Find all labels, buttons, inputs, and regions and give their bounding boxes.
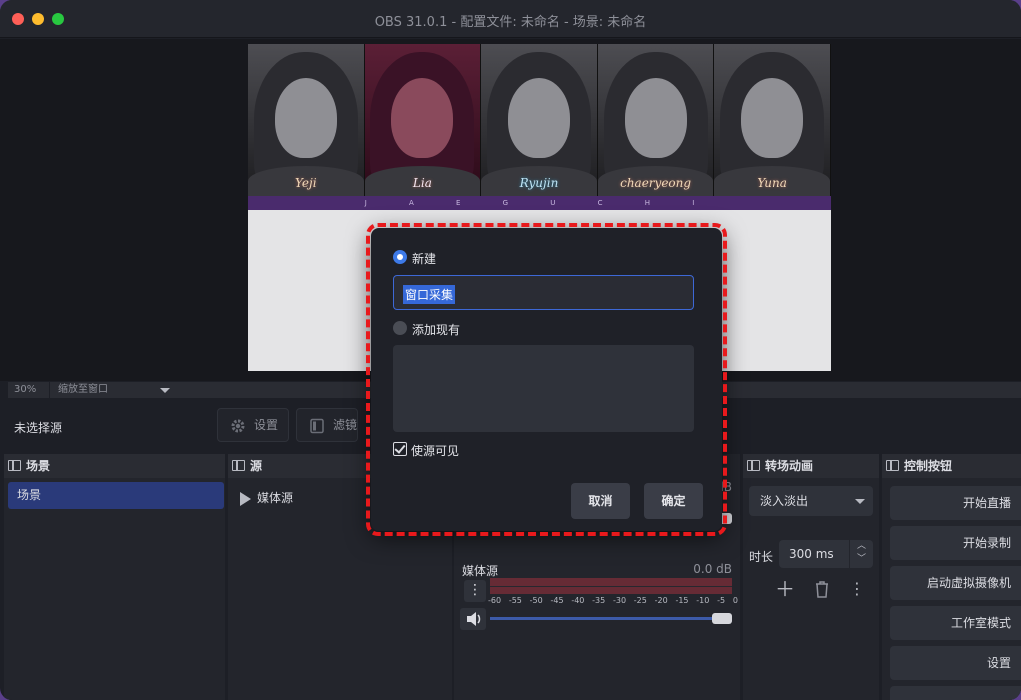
mixer-db-value: 0.0 dB [693, 562, 732, 576]
source-filters-label: 滤镜 [333, 418, 358, 432]
source-item-label: 媒体源 [257, 491, 294, 505]
volume-slider[interactable] [490, 617, 730, 620]
settings-button[interactable]: 设置 [890, 646, 1021, 680]
scale-tick: -15 [675, 596, 689, 605]
source-settings-label: 设置 [254, 418, 279, 432]
play-icon [240, 492, 251, 506]
scale-tick: -20 [654, 596, 668, 605]
dock-icon [886, 460, 899, 471]
scale-tick: -60 [488, 596, 502, 605]
controls-dock: 控制按钮 开始直播 开始录制 启动虚拟摄像机 工作室模式 设置 [882, 454, 1021, 700]
photo-strip: Yeji Lia Ryujin chaeryeong Yuna [248, 44, 831, 196]
dock-icon [232, 460, 245, 471]
volume-slider-handle[interactable] [712, 613, 732, 624]
cancel-button[interactable]: 取消 [571, 483, 630, 519]
scale-tick: -10 [696, 596, 710, 605]
window-title: OBS 31.0.1 - 配置文件: 未命名 - 场景: 未命名 [374, 15, 647, 30]
scenes-list: 场景 [4, 478, 225, 700]
controls-dock-title: 控制按钮 [904, 459, 953, 473]
dock-icon [8, 460, 21, 471]
scale-tick: -40 [571, 596, 585, 605]
chevron-down-icon [855, 499, 865, 504]
create-new-label[interactable]: 新建 [412, 250, 436, 267]
mixer-source-name: 媒体源 [462, 564, 499, 578]
volume-meter [490, 578, 732, 594]
transitions-dock-title: 转场动画 [765, 459, 814, 473]
make-visible-checkbox[interactable] [393, 442, 407, 456]
member-name: chaeryeong [620, 176, 692, 190]
member-photo-yuna: Yuna [714, 44, 831, 196]
start-virtual-camera-button[interactable]: 启动虚拟摄像机 [890, 566, 1021, 600]
controls-dock-header: 控制按钮 [882, 454, 1021, 478]
duration-label: 时长 [749, 550, 774, 564]
transition-select-value: 淡入淡出 [760, 494, 809, 508]
scale-tick: -45 [550, 596, 564, 605]
dock-icon [747, 460, 760, 471]
scenes-dock: 场景 场景 [4, 454, 225, 700]
scenes-dock-title: 场景 [26, 459, 51, 473]
controls-body: 开始直播 开始录制 启动虚拟摄像机 工作室模式 设置 [882, 478, 1021, 700]
scale-tick: 0 [732, 596, 738, 605]
member-photo-ryujin: Ryujin [481, 44, 598, 196]
member-name: Lia [412, 176, 432, 190]
chevron-down-icon[interactable] [160, 388, 170, 393]
scenes-dock-header: 场景 [4, 454, 225, 478]
scale-tick: -5 [717, 596, 726, 605]
source-settings-button[interactable]: 设置 [217, 408, 289, 442]
add-existing-label[interactable]: 添加现有 [412, 321, 460, 338]
exit-button[interactable] [890, 686, 1021, 700]
scale-tick: -30 [612, 596, 627, 605]
member-name: Yeji [295, 176, 317, 190]
add-icon[interactable]: ＋ [772, 576, 798, 602]
sources-dock-title: 源 [250, 459, 263, 473]
member-photo-lia: Lia [364, 44, 482, 196]
scale-tick: -50 [529, 596, 543, 605]
scale-tick: -35 [592, 596, 606, 605]
scale-tick: -55 [508, 596, 522, 605]
no-source-label: 未选择源 [14, 421, 63, 435]
obs-window: OBS 31.0.1 - 配置文件: 未命名 - 场景: 未命名 Yeji Li… [0, 0, 1021, 700]
member-name: Ryujin [519, 176, 559, 190]
member-name: Yuna [757, 176, 787, 190]
start-streaming-button[interactable]: 开始直播 [890, 486, 1021, 520]
duration-value: 300 ms [789, 547, 834, 561]
source-name-input[interactable] [393, 275, 694, 310]
transitions-dock-header: 转场动画 [743, 454, 879, 478]
scene-list-item[interactable]: 场景 [8, 482, 224, 509]
member-photo-chaeryeong: chaeryeong [597, 44, 715, 196]
trash-icon[interactable] [809, 576, 835, 602]
transitions-body: 淡入淡出 时长 300 ms ︿ ﹀ ＋ ⋮ [743, 478, 879, 700]
ok-button[interactable]: 确定 [644, 483, 703, 519]
title-bar: OBS 31.0.1 - 配置文件: 未命名 - 场景: 未命名 [0, 0, 1021, 38]
transitions-dock: 转场动画 淡入淡出 时长 300 ms ︿ ﹀ ＋ ⋮ [743, 454, 879, 700]
existing-sources-list[interactable] [393, 345, 694, 432]
volume-icon[interactable] [460, 608, 486, 630]
studio-mode-button[interactable]: 工作室模式 [890, 606, 1021, 640]
mixer-row: 媒体源 0.0 dB ⋮ -60 -55 -50 -45 -40 -35 -30… [454, 556, 740, 636]
scale-tick: -25 [633, 596, 647, 605]
source-list-item[interactable]: 媒体源 [240, 488, 293, 508]
duration-spinbox[interactable]: 300 ms ︿ ﹀ [779, 540, 873, 568]
create-new-radio[interactable] [393, 250, 407, 264]
meter-scale: -60 -55 -50 -45 -40 -35 -30 -25 -20 -15 … [488, 596, 738, 605]
add-existing-radio[interactable] [393, 321, 407, 335]
gear-icon [231, 419, 245, 433]
more-options-icon[interactable]: ⋮ [464, 580, 486, 602]
source-filters-button[interactable]: 滤镜 [296, 408, 358, 442]
spin-arrows-icon[interactable]: ︿ ﹀ [849, 540, 873, 568]
start-recording-button[interactable]: 开始录制 [890, 526, 1021, 560]
make-visible-label[interactable]: 使源可见 [411, 442, 459, 459]
more-options-icon[interactable]: ⋮ [844, 576, 870, 602]
transition-select[interactable]: 淡入淡出 [749, 486, 873, 516]
zoom-percent: 30% [14, 384, 37, 395]
create-source-dialog: 新建 窗口采集 添加现有 使源可见 取消 确定 [371, 228, 722, 531]
banner-text: J A E G U C H I [248, 196, 831, 210]
member-photo-yeji: Yeji [248, 44, 365, 196]
filter-icon [310, 418, 324, 434]
